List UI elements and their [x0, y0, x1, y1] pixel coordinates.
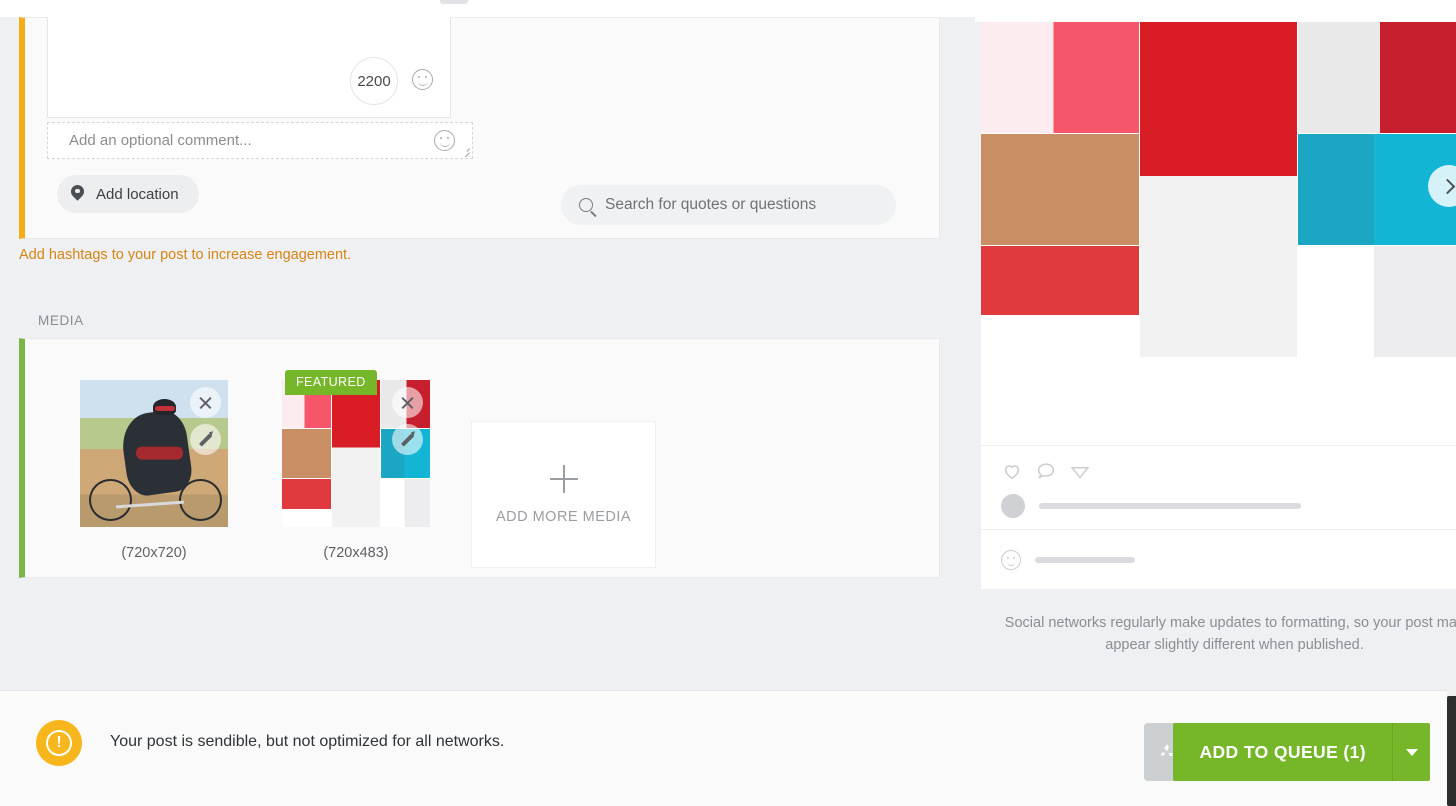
- quote-search-input[interactable]: Search for quotes or questions: [561, 185, 896, 225]
- hashtag-hint: Add hashtags to your post to increase en…: [19, 247, 352, 263]
- optional-comment-field[interactable]: Add an optional comment...: [47, 122, 473, 159]
- media-item: (720x483): [255, 380, 457, 568]
- smiley-icon[interactable]: [412, 69, 433, 90]
- media-dimensions: (720x720): [121, 545, 187, 561]
- remove-icon[interactable]: [190, 387, 221, 418]
- composer-top-strip: [0, 0, 975, 17]
- media-item: (720x720): [53, 380, 255, 568]
- right-edge-panel: [1447, 696, 1456, 806]
- media-thumbnail-list: (720x720) (720x483) ADD MORE MEDIA: [53, 380, 656, 568]
- preview-icons: [1001, 460, 1091, 482]
- media-thumbnail[interactable]: [80, 380, 228, 527]
- queue-dropdown-toggle[interactable]: [1392, 723, 1430, 781]
- preview-column: Social networks regularly make updates t…: [975, 0, 1456, 806]
- chevron-right-icon: [1439, 178, 1456, 194]
- preview-action-bar: [981, 445, 1456, 529]
- exclamation-glyph: !: [46, 730, 72, 756]
- comment-placeholder: Add an optional comment...: [69, 132, 252, 149]
- preview-disclaimer: Social networks regularly make updates t…: [1004, 615, 1456, 653]
- placeholder-bar: [1035, 556, 1135, 563]
- featured-badge: FEATURED: [285, 370, 377, 395]
- placeholder-bar: [1039, 503, 1301, 509]
- heart-icon[interactable]: [1001, 460, 1023, 482]
- status-message: Your post is sendible, but not optimized…: [110, 733, 505, 750]
- avatar: [1001, 494, 1025, 518]
- search-placeholder: Search for quotes or questions: [605, 196, 817, 213]
- preview-caption-area: [981, 357, 1456, 445]
- location-pin-icon: [71, 185, 84, 203]
- media-thumbnail[interactable]: [282, 380, 430, 527]
- edit-icon[interactable]: [392, 424, 423, 455]
- add-more-media-label: ADD MORE MEDIA: [495, 508, 632, 525]
- magazine-collage-preview: [981, 22, 1456, 357]
- remove-icon[interactable]: [392, 387, 423, 418]
- content-area: 2200 Add an optional comment... Add loca…: [0, 0, 1456, 806]
- add-to-queue-label: ADD TO QUEUE (1): [1199, 741, 1366, 762]
- preview-comment-row: [981, 529, 1456, 589]
- media-section-label: MEDIA: [38, 313, 84, 328]
- add-more-media-button[interactable]: ADD MORE MEDIA: [471, 421, 656, 568]
- edit-icon[interactable]: [190, 424, 221, 455]
- media-dimensions: (720x483): [323, 545, 389, 561]
- share-icon[interactable]: [1069, 460, 1091, 482]
- panel-handle: [440, 0, 468, 4]
- preview-image: [981, 22, 1456, 357]
- post-text-editor[interactable]: 2200: [47, 17, 451, 118]
- character-counter: 2200: [350, 57, 398, 105]
- plus-icon: [549, 464, 578, 493]
- sendible-composer-screen: 2200 Add an optional comment... Add loca…: [0, 0, 1456, 806]
- comment-icon[interactable]: [1035, 460, 1057, 482]
- composer-column: 2200 Add an optional comment... Add loca…: [0, 0, 975, 806]
- preview-meta-row: [1001, 494, 1301, 518]
- smiley-icon[interactable]: [434, 130, 455, 151]
- post-composer-card: 2200 Add an optional comment... Add loca…: [19, 17, 940, 239]
- preview-top-strip: [975, 0, 1456, 22]
- add-location-button[interactable]: Add location: [57, 175, 199, 213]
- search-icon: [579, 198, 593, 212]
- resize-handle[interactable]: [460, 147, 470, 157]
- add-location-label: Add location: [96, 185, 179, 203]
- smiley-icon[interactable]: [1001, 549, 1021, 570]
- media-panel: (720x720) (720x483) ADD MORE MEDIA: [19, 338, 940, 578]
- add-to-queue-button[interactable]: ADD TO QUEUE (1): [1173, 723, 1430, 781]
- caret-down-icon: [1405, 748, 1418, 756]
- warning-icon: !: [36, 720, 82, 766]
